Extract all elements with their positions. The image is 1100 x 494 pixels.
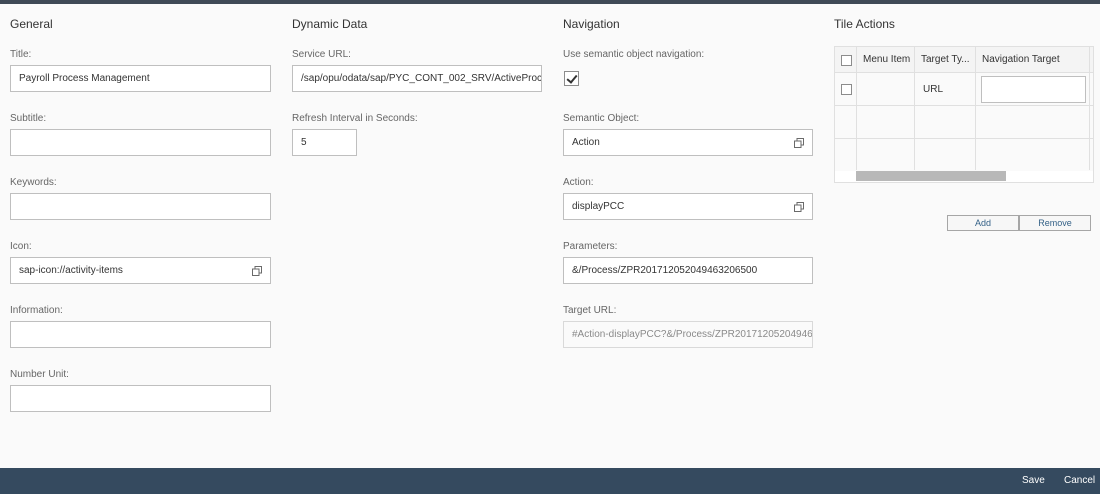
column-divider xyxy=(975,47,976,170)
tile-actions-table: Menu Item Target Ty... Navigation Target… xyxy=(834,46,1094,183)
keywords-label: Keywords: xyxy=(10,177,57,188)
subtitle-label: Subtitle: xyxy=(10,113,47,124)
icon-input[interactable]: sap-icon://activity-items xyxy=(10,257,271,284)
value-help-icon[interactable] xyxy=(252,266,262,276)
column-divider xyxy=(856,47,857,170)
column-header-navigation-target[interactable]: Navigation Target xyxy=(982,54,1092,65)
semantic-object-label: Semantic Object: xyxy=(563,113,640,124)
value-help-icon[interactable] xyxy=(794,202,804,212)
table-row-empty xyxy=(835,106,1093,139)
subtitle-input[interactable] xyxy=(10,129,271,156)
semantic-object-value: Action xyxy=(572,137,600,148)
value-help-icon[interactable] xyxy=(794,138,804,148)
number-unit-label: Number Unit: xyxy=(10,369,69,380)
footer-toolbar: Save Cancel xyxy=(0,468,1100,494)
dynamic-data-section-title: Dynamic Data xyxy=(292,17,368,31)
tile-actions-section-title: Tile Actions xyxy=(834,17,895,31)
column-header-target-type[interactable]: Target Ty... xyxy=(921,54,976,65)
target-type-cell[interactable]: URL xyxy=(923,84,973,95)
parameters-input[interactable]: &/Process/ZPR20171205204946320650​0 xyxy=(563,257,813,284)
target-url-input: #Action-displayPCC?&/Process/ZPR20171205… xyxy=(563,321,813,348)
remove-button[interactable]: Remove xyxy=(1019,215,1091,231)
navigation-section-title: Navigation xyxy=(563,17,620,31)
target-url-label: Target URL: xyxy=(563,305,617,316)
title-input[interactable]: Payroll Process Management xyxy=(10,65,271,92)
number-unit-input[interactable] xyxy=(10,385,271,412)
table-row[interactable]: URL xyxy=(835,73,1093,106)
title-label: Title: xyxy=(10,49,32,60)
add-button[interactable]: Add xyxy=(947,215,1019,231)
action-value: displayPCC xyxy=(572,201,625,212)
cancel-button[interactable]: Cancel xyxy=(1064,474,1095,488)
action-label: Action: xyxy=(563,177,594,188)
icon-label: Icon: xyxy=(10,241,32,252)
select-all-checkbox[interactable] xyxy=(841,55,852,66)
save-button[interactable]: Save xyxy=(1022,474,1045,488)
action-input[interactable]: displayPCC xyxy=(563,193,813,220)
top-bar xyxy=(0,0,1100,4)
refresh-interval-label: Refresh Interval in Seconds: xyxy=(292,113,418,124)
column-header-menu-item[interactable]: Menu Item xyxy=(863,54,915,65)
keywords-input[interactable] xyxy=(10,193,271,220)
general-section-title: General xyxy=(10,17,53,31)
information-input[interactable] xyxy=(10,321,271,348)
table-row-empty xyxy=(835,139,1093,172)
semantic-object-input[interactable]: Action xyxy=(563,129,813,156)
horizontal-scrollbar-thumb[interactable] xyxy=(856,171,1006,181)
navigation-target-input[interactable] xyxy=(981,76,1086,103)
column-divider xyxy=(1089,47,1090,170)
service-url-label: Service URL: xyxy=(292,49,351,60)
row-select-checkbox[interactable] xyxy=(841,84,852,95)
service-url-input[interactable]: /sap/opu/odata/sap/PYC_CONT_002_SRV/Acti… xyxy=(292,65,542,92)
column-divider xyxy=(914,47,915,170)
parameters-label: Parameters: xyxy=(563,241,618,252)
icon-input-value: sap-icon://activity-items xyxy=(19,265,123,276)
semantic-navigation-label: Use semantic object navigation: xyxy=(563,49,705,60)
information-label: Information: xyxy=(10,305,63,316)
semantic-navigation-checkbox[interactable] xyxy=(564,71,579,86)
refresh-interval-input[interactable]: 5 xyxy=(292,129,357,156)
table-header-row: Menu Item Target Ty... Navigation Target xyxy=(835,47,1093,73)
